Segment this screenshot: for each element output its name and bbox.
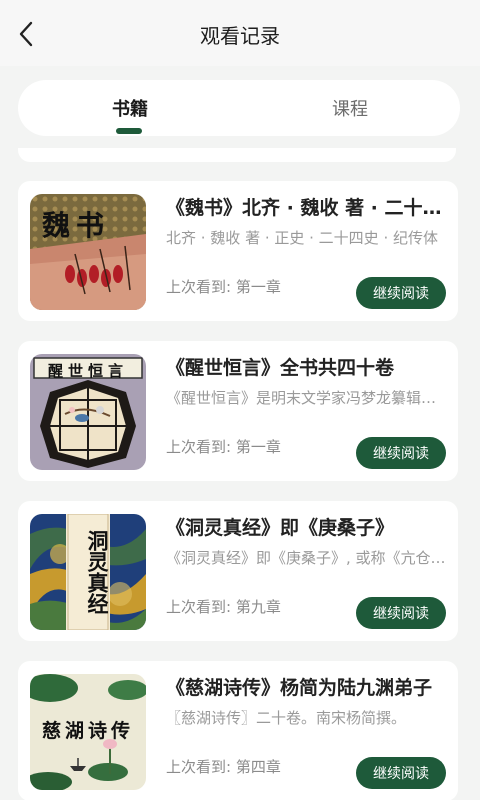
top-bar: 观看记录 xyxy=(0,0,480,66)
book-title: 《慈湖诗传》杨简为陆九渊弟子 xyxy=(166,677,433,699)
tab-courses[interactable]: 课程 xyxy=(250,80,450,136)
cover-title: 魏书 xyxy=(42,209,111,242)
continue-reading-button[interactable]: 继续阅读 xyxy=(356,757,446,789)
continue-reading-button[interactable]: 继续阅读 xyxy=(356,597,446,629)
book-description: 北齐 · 魏收 著 · 正史 · 二十四史 · 纪传体 xyxy=(166,229,438,247)
last-read-progress: 上次看到: 第四章 xyxy=(166,758,281,776)
book-card[interactable]: 魏书 《魏书》北齐 · 魏收 著 · 二十四史 北齐 · 魏收 著 · 正史 ·… xyxy=(18,181,458,321)
book-cover-image: 慈湖诗传 xyxy=(30,674,146,790)
tab-bar: 书籍 课程 xyxy=(18,80,460,136)
active-tab-indicator xyxy=(116,128,142,134)
last-read-progress: 上次看到: 第九章 xyxy=(166,598,281,616)
book-card[interactable]: 慈湖诗传 《慈湖诗传》杨简为陆九渊弟子 〖慈湖诗传〗二十卷。南宋杨简撰。 上次看… xyxy=(18,661,458,800)
book-description: 《洞灵真经》即《庚桑子》, 或称《亢仓子》 xyxy=(166,549,448,567)
book-description: 〖慈湖诗传〗二十卷。南宋杨简撰。 xyxy=(166,709,407,727)
cover-title: 慈湖诗传 xyxy=(41,720,134,742)
book-cover-image: 醒世恒言 xyxy=(30,354,146,470)
book-title: 《洞灵真经》即《庚桑子》 xyxy=(166,517,395,539)
book-card[interactable]: 洞灵真经 《洞灵真经》即《庚桑子》 《洞灵真经》即《庚桑子》, 或称《亢仓子》 … xyxy=(18,501,458,641)
cover-title: 洞灵真经 xyxy=(85,530,110,614)
last-read-progress: 上次看到: 第一章 xyxy=(166,438,281,456)
book-title: 《醒世恒言》全书共四十卷 xyxy=(166,357,395,379)
book-cover-image: 魏书 xyxy=(30,194,146,310)
book-title: 《魏书》北齐 · 魏收 著 · 二十四史 xyxy=(166,197,448,219)
book-card[interactable]: 醒世恒言 《醒世恒言》全书共四十卷 《醒世恒言》是明末文学家冯梦龙纂辑的白话短篇… xyxy=(18,341,458,481)
cover-title: 醒世恒言 xyxy=(47,362,128,380)
continue-reading-button[interactable]: 继续阅读 xyxy=(356,437,446,469)
continue-reading-button[interactable]: 继续阅读 xyxy=(356,277,446,309)
partial-list-item xyxy=(18,148,456,162)
page-title: 观看记录 xyxy=(200,24,280,48)
last-read-progress: 上次看到: 第一章 xyxy=(166,278,281,296)
book-description: 《醒世恒言》是明末文学家冯梦龙纂辑的白话短篇小说集 xyxy=(166,389,448,407)
book-cover-image: 洞灵真经 xyxy=(30,514,146,630)
